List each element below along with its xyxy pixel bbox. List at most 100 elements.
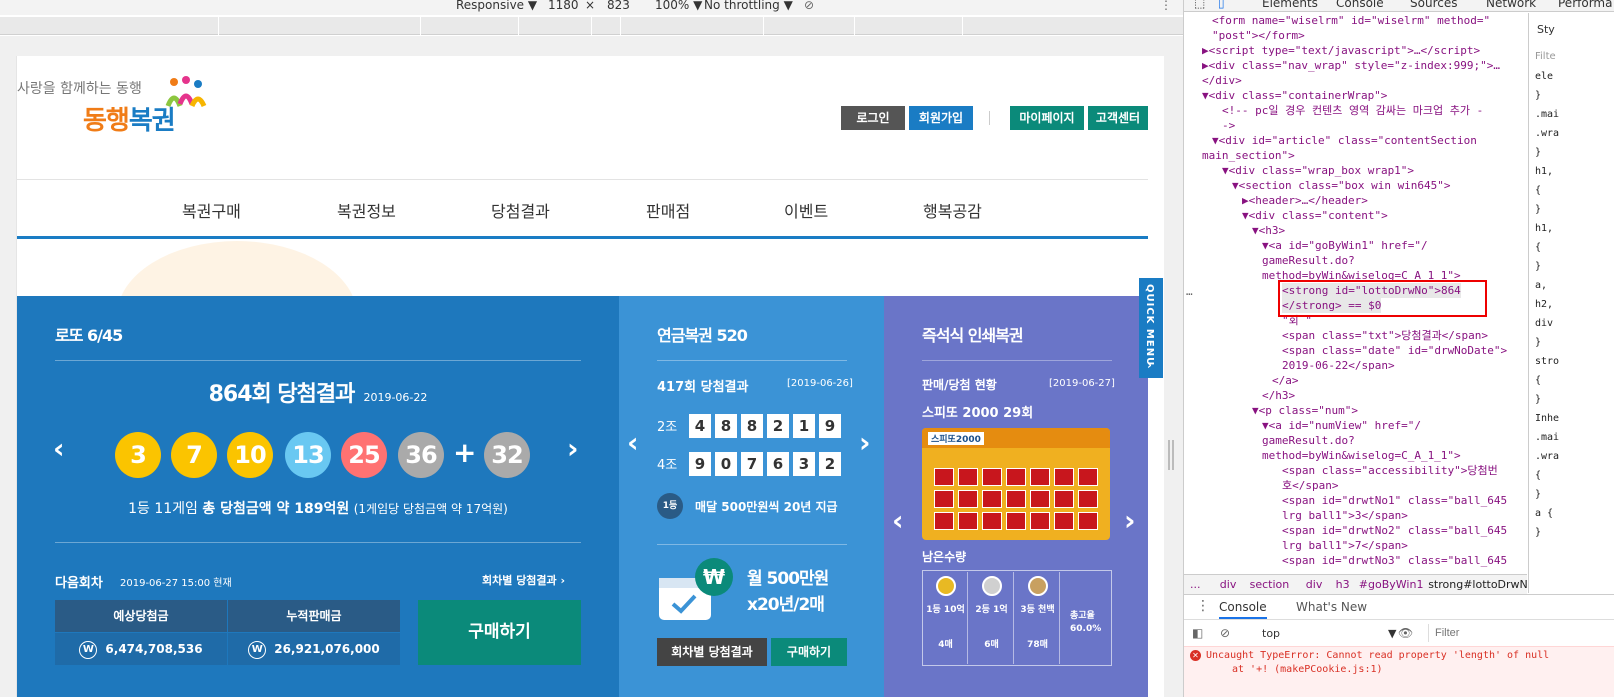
- elements-tree[interactable]: <form name="wiselrm" id="wiselrm" method…: [1184, 13, 1527, 573]
- dom-node-line[interactable]: ▼<a id="numView" href="/: [1262, 418, 1421, 433]
- dom-node-line[interactable]: 2019-06-22</span>: [1282, 358, 1395, 373]
- dom-node-line[interactable]: "post"></form>: [1212, 28, 1305, 43]
- medal-icon: [1027, 576, 1048, 596]
- breadcrumb-item[interactable]: div: [1306, 578, 1323, 591]
- nav-result[interactable]: 당첨결과: [491, 198, 550, 222]
- tab-console[interactable]: Console: [1336, 0, 1384, 10]
- login-button[interactable]: 로그인: [841, 106, 905, 130]
- nav-shop[interactable]: 판매점: [646, 198, 690, 222]
- join-button[interactable]: 회원가입: [909, 106, 973, 130]
- drawer-tab-console[interactable]: Console: [1219, 600, 1267, 619]
- drawer-tab-whats-new[interactable]: What's New: [1296, 600, 1367, 614]
- dom-node-line[interactable]: <span class="date" id="drwNoDate">: [1282, 343, 1507, 358]
- nav-event[interactable]: 이벤트: [784, 198, 828, 222]
- dom-node-line[interactable]: ▼<p class="num">: [1252, 403, 1358, 418]
- device-mode-select[interactable]: Responsive ▼: [456, 0, 537, 12]
- accum-sales-amount: 26,921,076,000: [274, 642, 380, 656]
- dom-node-line[interactable]: ▼<div class="containerWrap">: [1202, 88, 1387, 103]
- instant-game-name[interactable]: 스피또 2000 29회: [922, 402, 1033, 421]
- error-stack[interactable]: at '+! (makePCookie.js:1): [1232, 664, 1383, 675]
- support-button[interactable]: 고객센터: [1088, 106, 1148, 130]
- dom-node-line[interactable]: ▼<div id="article" class="contentSection: [1212, 133, 1477, 148]
- dom-node-line[interactable]: ▼<h3>: [1252, 223, 1285, 238]
- dom-node-line[interactable]: lrg ball1">7</span>: [1282, 538, 1408, 553]
- breadcrumb-item[interactable]: ...: [1190, 578, 1201, 591]
- prev-round-arrow-icon[interactable]: ‹: [53, 432, 65, 465]
- node-options-icon[interactable]: …: [1186, 285, 1193, 298]
- dom-node-line[interactable]: </a>: [1272, 373, 1299, 388]
- dom-node-line[interactable]: <span class="txt">당첨결과</span>: [1282, 328, 1488, 343]
- next-arrow-icon[interactable]: ›: [859, 426, 871, 459]
- prev-arrow-icon[interactable]: ‹: [627, 426, 639, 459]
- context-value: top: [1262, 627, 1281, 640]
- console-filter-input[interactable]: [1428, 624, 1614, 642]
- dom-node-line[interactable]: <span id="drwtNo1" class="ball_645: [1282, 493, 1507, 508]
- nav-buy[interactable]: 복권구매: [182, 198, 241, 222]
- breadcrumb-item[interactable]: h3: [1336, 578, 1350, 591]
- dom-node-line[interactable]: ->: [1222, 118, 1235, 133]
- breadcrumb-item[interactable]: section: [1250, 578, 1290, 591]
- logo[interactable]: 동행복권: [83, 100, 176, 137]
- throttle-select[interactable]: No throttling ▼: [704, 0, 793, 12]
- tab-performance[interactable]: Performa: [1558, 0, 1612, 10]
- breadcrumb-item[interactable]: strong#lottoDrwNo: [1428, 578, 1534, 591]
- dom-node-line[interactable]: </div>: [1202, 73, 1242, 88]
- scratch-cell: [1006, 490, 1026, 508]
- dom-node-line[interactable]: ▼<div class="content">: [1242, 208, 1388, 223]
- dom-node-line[interactable]: ▶<header>…</header>: [1242, 193, 1368, 208]
- context-select[interactable]: top ▼: [1262, 627, 1397, 640]
- styles-tab[interactable]: Sty: [1537, 23, 1555, 36]
- dom-node-line[interactable]: method=byWin&wiselog=C_A_1_1">: [1262, 448, 1461, 463]
- dom-node-line[interactable]: 호</span>: [1282, 478, 1338, 493]
- nav-info[interactable]: 복권정보: [337, 198, 396, 222]
- dom-node-line[interactable]: </h3>: [1262, 388, 1295, 403]
- quick-menu-tab[interactable]: QUICK MENU ›: [1139, 278, 1163, 378]
- dom-node-line[interactable]: <form name="wiselrm" id="wiselrm" method…: [1212, 13, 1490, 28]
- styles-filter[interactable]: Filte: [1535, 51, 1556, 62]
- next-arrow-icon[interactable]: ›: [1124, 504, 1136, 537]
- clear-console-icon[interactable]: ⊘: [1220, 626, 1230, 640]
- breadcrumb-item[interactable]: div: [1220, 578, 1237, 591]
- promo-won-icon: ₩: [695, 558, 733, 596]
- lotto-buy-button[interactable]: 구매하기: [418, 600, 581, 665]
- dom-node-line[interactable]: ▶<div class="nav_wrap" style="z-index:99…: [1202, 58, 1500, 73]
- device-height-input[interactable]: 823: [607, 0, 630, 12]
- lotto-round-heading[interactable]: 864회 당첨결과 2019-06-22: [17, 376, 619, 408]
- device-width-input[interactable]: 1180: [548, 0, 579, 12]
- dom-node-line[interactable]: <span id="drwtNo3" class="ball_645: [1282, 553, 1507, 568]
- next-round-arrow-icon[interactable]: ›: [567, 432, 579, 465]
- rotate-icon[interactable]: ⊘: [804, 0, 814, 12]
- pension-buy-button[interactable]: 구매하기: [771, 638, 847, 666]
- dom-node-line[interactable]: gameResult.do?: [1262, 253, 1355, 268]
- dom-node-line[interactable]: ▼<a id="goByWin1" href="/: [1262, 238, 1428, 253]
- inspect-icon[interactable]: ⬚: [1194, 0, 1205, 10]
- pension-round-result-button[interactable]: 회차별 당첨결과: [657, 638, 767, 666]
- pension-round-result[interactable]: 417회 당첨결과: [657, 376, 748, 395]
- dom-node-line[interactable]: <span id="drwtNo2" class="ball_645: [1282, 523, 1507, 538]
- mypage-button[interactable]: 마이페이지: [1010, 106, 1084, 130]
- by-round-result-link[interactable]: 회차별 당첨결과 ›: [482, 572, 565, 588]
- prev-arrow-icon[interactable]: ‹: [892, 504, 904, 537]
- more-options-icon[interactable]: ⋮: [1160, 0, 1172, 12]
- tab-network[interactable]: Network: [1486, 0, 1536, 10]
- tab-elements[interactable]: Elements: [1262, 0, 1318, 10]
- sidebar-toggle-icon[interactable]: ◧: [1192, 626, 1203, 640]
- breadcrumb-item[interactable]: #goByWin1: [1359, 578, 1424, 591]
- eye-icon[interactable]: 👁: [1398, 626, 1413, 640]
- dom-node-line[interactable]: main_section">: [1202, 148, 1295, 163]
- media-query-ruler[interactable]: [0, 17, 1183, 35]
- dom-node-line[interactable]: gameResult.do?: [1262, 433, 1355, 448]
- nav-happy[interactable]: 행복공감: [923, 198, 982, 222]
- ticket-image[interactable]: 스피또2000: [922, 428, 1110, 540]
- device-toggle-icon[interactable]: ▯: [1218, 0, 1225, 10]
- tab-sources[interactable]: Sources: [1410, 0, 1457, 10]
- zoom-select[interactable]: 100% ▼: [655, 0, 702, 12]
- dom-node-line[interactable]: ▼<div class="wrap_box wrap1">: [1222, 163, 1414, 178]
- dom-node-line[interactable]: ▼<section class="box win win645">: [1232, 178, 1451, 193]
- dom-node-line[interactable]: ▶<script type="text/javascript">…</scrip…: [1202, 43, 1480, 58]
- dom-node-line[interactable]: <span class="accessibility">당첨번: [1282, 463, 1498, 478]
- drawer-menu-icon[interactable]: ⋮: [1196, 598, 1210, 614]
- dom-node-line[interactable]: <!-- pc일 경우 컨텐츠 영역 감싸는 마크업 추가 -: [1222, 103, 1483, 118]
- dom-node-line[interactable]: lrg ball1">3</span>: [1282, 508, 1408, 523]
- panel-resize-handle[interactable]: [1168, 440, 1174, 470]
